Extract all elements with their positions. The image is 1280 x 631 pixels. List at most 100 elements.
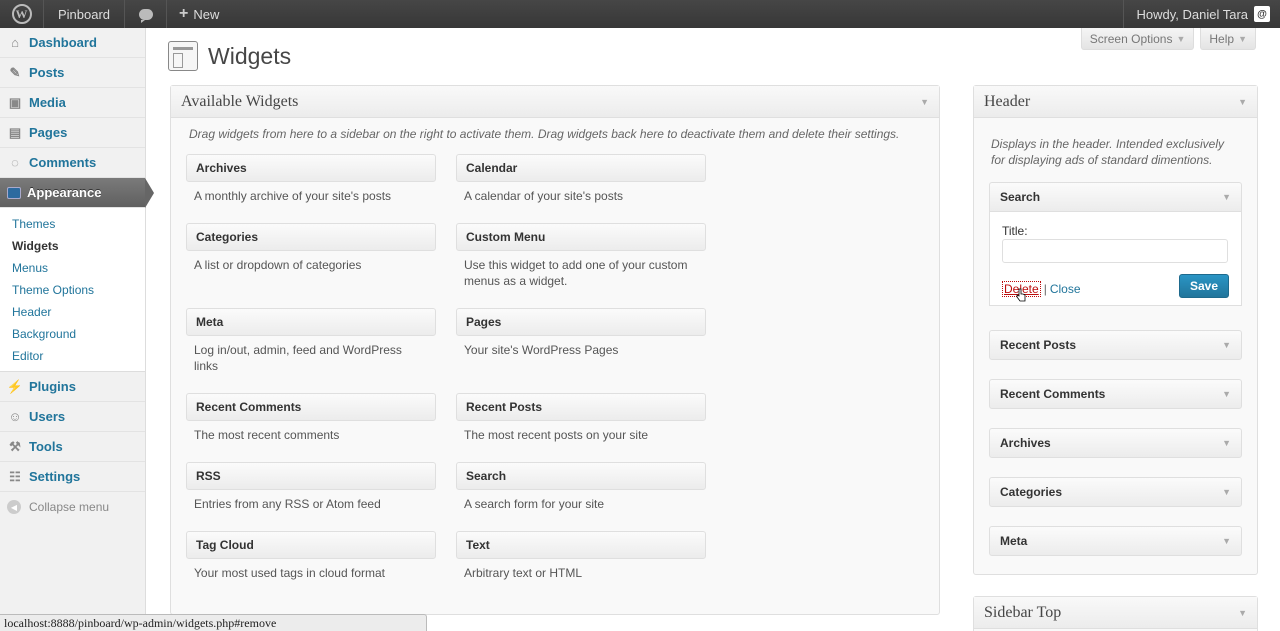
widget-title[interactable]: Categories	[186, 223, 436, 251]
menu-label: Plugins	[29, 379, 76, 394]
header-sidebar-header[interactable]: Header ▼	[974, 86, 1257, 118]
submenu-widgets[interactable]: Widgets	[0, 235, 145, 257]
menu-media[interactable]: ▣ Media	[0, 88, 145, 118]
menu-plugins[interactable]: ⚡ Plugins	[0, 372, 145, 402]
available-widgets-description: Drag widgets from here to a sidebar on t…	[189, 127, 900, 141]
toggle-arrow-icon[interactable]: ▼	[1222, 192, 1231, 202]
submenu-editor[interactable]: Editor	[0, 345, 145, 367]
sidebar-widget-title[interactable]: Meta ▼	[989, 526, 1242, 556]
widget-title[interactable]: Recent Posts	[456, 393, 706, 421]
menu-comments[interactable]: ◌ Comments	[0, 148, 145, 178]
widget-description: Log in/out, admin, feed and WordPress li…	[194, 343, 402, 373]
toggle-arrow-icon[interactable]: ▼	[920, 97, 929, 107]
new-label: New	[193, 6, 220, 22]
widget-description: Your site's WordPress Pages	[464, 343, 619, 357]
sidebar-widget-title[interactable]: Search ▼	[989, 182, 1242, 212]
menu-tools[interactable]: ⚒ Tools	[0, 432, 145, 462]
widget-title[interactable]: Search	[456, 462, 706, 490]
widget-rss[interactable]: RSS Entries from any RSS or Atom feed	[186, 462, 436, 518]
toggle-arrow-icon[interactable]: ▼	[1222, 340, 1231, 350]
widget-title[interactable]: Custom Menu	[456, 223, 706, 251]
menu-pages[interactable]: ▤ Pages	[0, 118, 145, 148]
screen-options-button[interactable]: Screen Options ▼	[1080, 28, 1195, 50]
widget-description: A monthly archive of your site's posts	[194, 189, 392, 203]
widget-title-text: Categories	[1000, 485, 1063, 499]
menu-label: Users	[29, 409, 66, 424]
toggle-arrow-icon[interactable]: ▼	[1238, 608, 1247, 618]
widget-title[interactable]: RSS	[186, 462, 436, 490]
widget-description: A calendar of your site's posts	[464, 189, 624, 203]
collapse-menu-button[interactable]: ◀ Collapse menu	[0, 492, 145, 522]
widget-description: Entries from any RSS or Atom feed	[194, 497, 381, 511]
toggle-arrow-icon[interactable]: ▼	[1222, 487, 1231, 497]
widget-custom-menu[interactable]: Custom Menu Use this widget to add one of…	[456, 223, 706, 295]
sidebar-widget-search: Search ▼ Title: Delete | Close Save	[989, 182, 1242, 306]
menu-users[interactable]: ☺ Users	[0, 402, 145, 432]
widget-title[interactable]: Pages	[456, 308, 706, 336]
close-link[interactable]: Close	[1050, 282, 1081, 296]
widget-calendar[interactable]: Calendar A calendar of your site's posts	[456, 154, 706, 210]
sidebar-widget-recent-comments[interactable]: Recent Comments ▼	[989, 379, 1242, 409]
submenu-theme-options[interactable]: Theme Options	[0, 279, 145, 301]
new-content-button[interactable]: + New	[167, 0, 231, 28]
menu-label: Tools	[29, 439, 63, 454]
widget-categories[interactable]: Categories A list or dropdown of categori…	[186, 223, 436, 279]
site-name-link[interactable]: Pinboard	[44, 0, 126, 28]
widget-control-actions: Delete | Close	[1002, 281, 1081, 297]
submenu-themes[interactable]: Themes	[0, 213, 145, 235]
menu-settings[interactable]: ☷ Settings	[0, 462, 145, 492]
widget-search[interactable]: Search A search form for your site	[456, 462, 706, 518]
sidebar-top-header[interactable]: Sidebar Top ▼	[974, 597, 1257, 629]
toggle-arrow-icon[interactable]: ▼	[1222, 438, 1231, 448]
menu-label: Pages	[29, 125, 68, 140]
widget-meta[interactable]: Meta Log in/out, admin, feed and WordPres…	[186, 308, 436, 380]
widget-title[interactable]: Tag Cloud	[186, 531, 436, 559]
title-input[interactable]	[1002, 239, 1228, 263]
widget-recent-comments[interactable]: Recent Comments The most recent comments	[186, 393, 436, 449]
box-title: Sidebar Top	[984, 603, 1062, 621]
sidebar-widget-title[interactable]: Recent Comments ▼	[989, 379, 1242, 409]
sidebar-widget-recent-posts[interactable]: Recent Posts ▼	[989, 330, 1242, 360]
widget-pages[interactable]: Pages Your site's WordPress Pages	[456, 308, 706, 364]
available-widgets-header[interactable]: Available Widgets ▼	[171, 86, 939, 118]
widget-title[interactable]: Text	[456, 531, 706, 559]
menu-appearance[interactable]: Appearance	[0, 178, 154, 208]
help-button[interactable]: Help ▼	[1200, 28, 1256, 50]
submenu-background[interactable]: Background	[0, 323, 145, 345]
header-sidebar-box: Header ▼ Displays in the header. Intended…	[973, 85, 1258, 575]
comments-bubble-icon[interactable]	[125, 0, 168, 28]
toggle-arrow-icon[interactable]: ▼	[1222, 389, 1231, 399]
widget-description: Use this widget to add one of your custo…	[464, 258, 688, 288]
caret-down-icon: ▼	[1238, 33, 1247, 44]
sidebar-widget-title[interactable]: Recent Posts ▼	[989, 330, 1242, 360]
widget-title[interactable]: Meta	[186, 308, 436, 336]
house-icon: ⌂	[11, 35, 19, 50]
collapse-arrow-icon: ◀	[7, 500, 21, 514]
box-title: Header	[984, 92, 1031, 110]
widget-recent-posts[interactable]: Recent Posts The most recent posts on you…	[456, 393, 706, 449]
plus-icon: +	[179, 5, 189, 22]
header-sidebar-description: Displays in the header. Intended exclusi…	[991, 137, 1225, 167]
sidebar-widget-archives[interactable]: Archives ▼	[989, 428, 1242, 458]
sidebar-widget-title[interactable]: Categories ▼	[989, 477, 1242, 507]
sidebar-widget-title[interactable]: Archives ▼	[989, 428, 1242, 458]
toggle-arrow-icon[interactable]: ▼	[1238, 97, 1247, 107]
submenu-menus[interactable]: Menus	[0, 257, 145, 279]
menu-posts[interactable]: ✎ Posts	[0, 58, 145, 88]
wordpress-logo-icon[interactable]: W	[0, 0, 44, 28]
widget-title[interactable]: Recent Comments	[186, 393, 436, 421]
toggle-arrow-icon[interactable]: ▼	[1222, 536, 1231, 546]
menu-dashboard[interactable]: ⌂ Dashboard	[0, 28, 145, 58]
widget-title-text: Archives	[1000, 436, 1051, 450]
sidebar-widget-categories[interactable]: Categories ▼	[989, 477, 1242, 507]
account-menu[interactable]: Howdy, Daniel Tara @	[1123, 0, 1280, 28]
widget-title[interactable]: Archives	[186, 154, 436, 182]
widget-archives[interactable]: Archives A monthly archive of your site's…	[186, 154, 436, 210]
sidebar-widget-meta[interactable]: Meta ▼	[989, 526, 1242, 556]
menu-label: Comments	[29, 155, 97, 170]
widget-title[interactable]: Calendar	[456, 154, 706, 182]
submenu-header[interactable]: Header	[0, 301, 145, 323]
widget-text[interactable]: Text Arbitrary text or HTML	[456, 531, 706, 587]
widget-tag-cloud[interactable]: Tag Cloud Your most used tags in cloud fo…	[186, 531, 436, 587]
save-button[interactable]: Save	[1179, 274, 1229, 298]
